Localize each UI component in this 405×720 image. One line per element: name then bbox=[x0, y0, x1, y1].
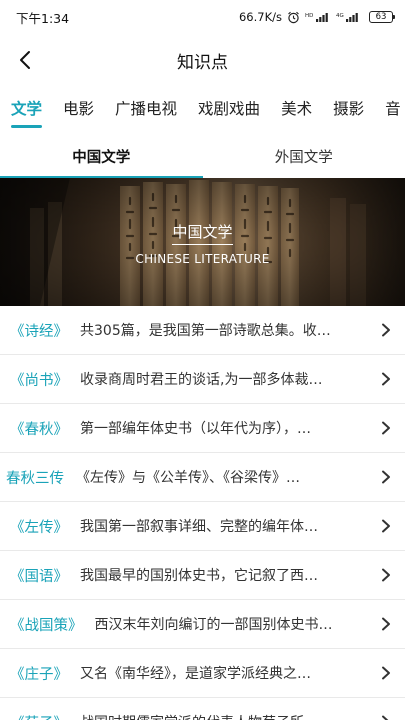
chevron-right-icon bbox=[379, 568, 393, 582]
tab-photography[interactable]: 摄影 bbox=[333, 97, 364, 119]
chevron-right-icon bbox=[379, 470, 393, 484]
banner: 中国文学 CHINESE LITERATURE bbox=[0, 178, 405, 306]
back-button[interactable] bbox=[10, 44, 42, 76]
banner-caption: 中国文学 CHINESE LITERATURE bbox=[0, 178, 405, 306]
chevron-right-icon bbox=[379, 519, 393, 533]
4g-signal-icon: 4G bbox=[336, 11, 364, 23]
chevron-right-icon bbox=[379, 372, 393, 386]
svg-text:4G: 4G bbox=[336, 13, 344, 19]
status-bar: 下午1:34 66.7K/s HD 4G 63 bbox=[0, 0, 405, 34]
list-item[interactable]: 《战国策》 西汉末年刘向编订的一部国别体史书… bbox=[0, 600, 405, 649]
sub-tabs: 中国文学 外国文学 bbox=[0, 134, 405, 178]
category-tabs: 文学 电影 广播电视 戏剧戏曲 美术 摄影 音 bbox=[0, 88, 405, 128]
app-header: 知识点 bbox=[0, 38, 405, 82]
knowledge-list: 《诗经》 共305篇，是我国第一部诗歌总集。收… 《尚书》 收录商周时君王的谈话… bbox=[0, 306, 405, 720]
banner-subtitle: CHINESE LITERATURE bbox=[135, 251, 270, 266]
banner-title: 中国文学 bbox=[172, 221, 233, 245]
item-title: 春秋三传 bbox=[6, 470, 64, 487]
chevron-right-icon bbox=[379, 617, 393, 631]
item-description: 收录商周时君王的谈话,为一部多体裁… bbox=[80, 372, 323, 388]
tab-radio-tv[interactable]: 广播电视 bbox=[115, 97, 177, 119]
alarm-icon bbox=[287, 11, 300, 24]
tab-music[interactable]: 音 bbox=[385, 97, 401, 119]
item-description: 共305篇，是我国第一部诗歌总集。收… bbox=[80, 323, 331, 339]
list-item[interactable]: 《庄子》 又名《南华经》，是道家学派经典之… bbox=[0, 649, 405, 698]
item-title: 《尚书》 bbox=[10, 372, 68, 389]
chevron-right-icon bbox=[379, 715, 393, 720]
tab-film[interactable]: 电影 bbox=[63, 97, 94, 119]
item-description: 第一部编年体史书（以年代为序），… bbox=[80, 421, 311, 437]
tab-chinese-literature[interactable]: 中国文学 bbox=[0, 134, 203, 178]
list-item[interactable]: 《春秋》 第一部编年体史书（以年代为序），… bbox=[0, 404, 405, 453]
tab-fine-arts[interactable]: 美术 bbox=[281, 97, 312, 119]
svg-text:HD: HD bbox=[305, 13, 313, 19]
item-description: 战国时期儒家学派的代表人物荀子所… bbox=[80, 712, 375, 720]
item-description: 又名《南华经》，是道家学派经典之… bbox=[80, 666, 311, 682]
tab-foreign-literature[interactable]: 外国文学 bbox=[203, 134, 405, 178]
hd-signal-icon: HD bbox=[305, 11, 331, 23]
item-description: 《左传》与《公羊传》、《谷梁传》… bbox=[76, 470, 300, 486]
battery-icon: 63 bbox=[369, 11, 395, 23]
list-item[interactable]: 《左传》 我国第一部叙事详细、完整的编年体… bbox=[0, 502, 405, 551]
chevron-right-icon bbox=[379, 323, 393, 337]
item-title: 《诗经》 bbox=[10, 323, 68, 340]
battery-level: 63 bbox=[375, 11, 387, 22]
item-title: 《左传》 bbox=[10, 519, 68, 536]
list-item[interactable]: 《国语》 我国最早的国别体史书，它记叙了西… bbox=[0, 551, 405, 600]
list-item[interactable]: 《诗经》 共305篇，是我国第一部诗歌总集。收… bbox=[0, 306, 405, 355]
item-title: 《国语》 bbox=[10, 568, 68, 585]
item-title: 《庄子》 bbox=[10, 666, 68, 683]
list-item[interactable]: 《荀子》 战国时期儒家学派的代表人物荀子所… bbox=[0, 698, 405, 720]
network-speed: 66.7K/s bbox=[238, 10, 282, 24]
item-title: 《荀子》 bbox=[0, 712, 68, 720]
tab-literature[interactable]: 文学 bbox=[11, 97, 43, 128]
chevron-right-icon bbox=[379, 421, 393, 435]
list-item[interactable]: 春秋三传 《左传》与《公羊传》、《谷梁传》… bbox=[0, 453, 405, 502]
page-title: 知识点 bbox=[177, 52, 228, 73]
status-icons: 66.7K/s HD 4G 63 bbox=[238, 10, 395, 24]
status-time: 下午1:34 bbox=[16, 10, 70, 26]
chevron-right-icon bbox=[379, 666, 393, 680]
item-title: 《春秋》 bbox=[10, 421, 68, 438]
item-title: 《战国策》 bbox=[10, 617, 83, 634]
tab-drama-opera[interactable]: 戏剧戏曲 bbox=[198, 97, 260, 119]
list-item[interactable]: 《尚书》 收录商周时君王的谈话,为一部多体裁… bbox=[0, 355, 405, 404]
item-description: 我国第一部叙事详细、完整的编年体… bbox=[80, 519, 318, 535]
item-description: 西汉末年刘向编订的一部国别体史书… bbox=[94, 617, 333, 633]
chevron-left-icon bbox=[20, 51, 30, 69]
item-description: 我国最早的国别体史书，它记叙了西… bbox=[80, 568, 318, 584]
